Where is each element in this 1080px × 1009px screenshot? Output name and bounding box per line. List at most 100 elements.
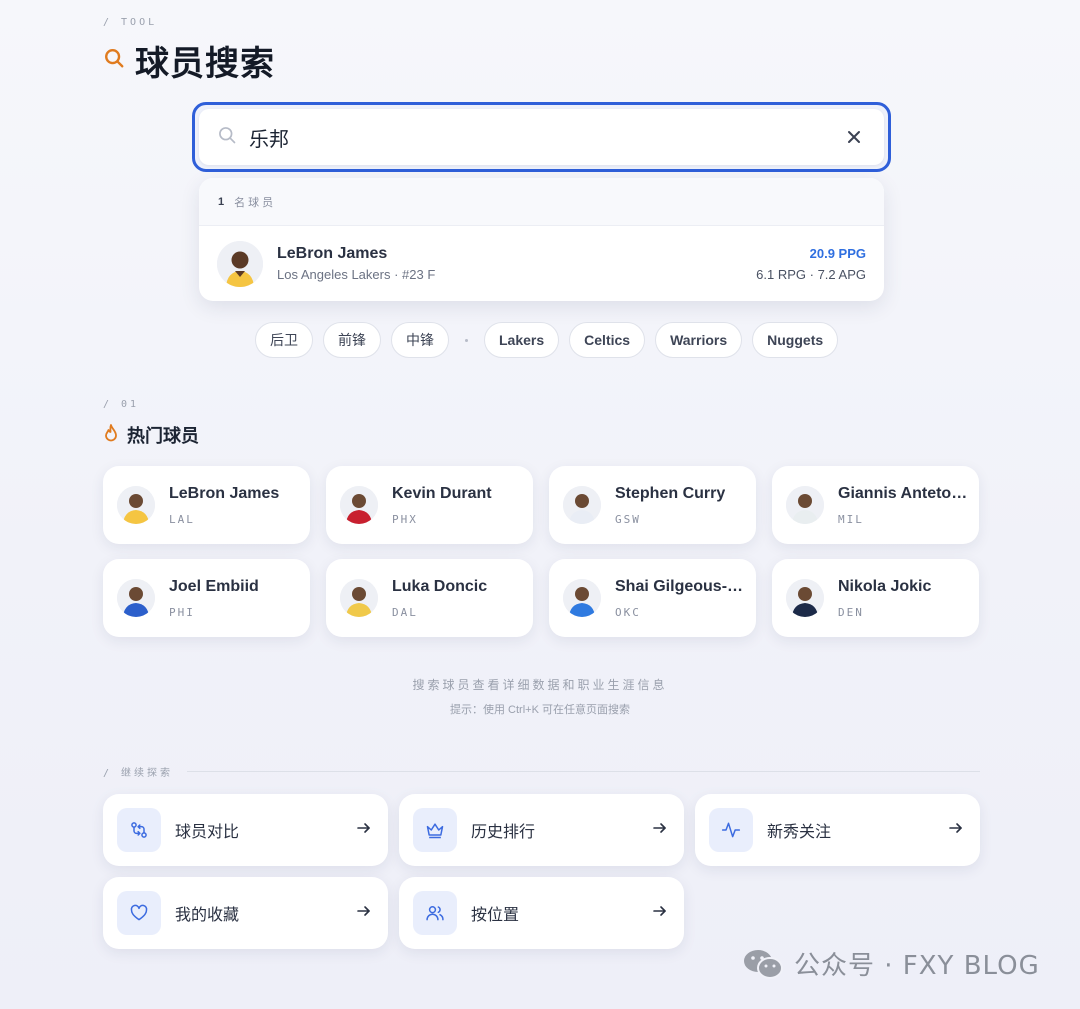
player-info: Shai Gilgeous-Alexander OKC	[615, 578, 751, 619]
pulse-icon	[709, 808, 753, 852]
player-card[interactable]: LeBron James LAL	[103, 466, 310, 544]
player-card[interactable]: Kevin Durant PHX	[326, 466, 533, 544]
player-info: LeBron James LAL	[169, 485, 279, 526]
player-card[interactable]: Nikola Jokic DEN	[772, 559, 979, 637]
player-card[interactable]: Luka Doncic DAL	[326, 559, 533, 637]
popular-eyebrow: / 01	[103, 399, 140, 410]
arrow-right-icon	[356, 903, 372, 924]
result-info: LeBron James Los Angeles Lakers · #23 F	[277, 245, 742, 282]
explore-eyebrow: / 继续探索	[103, 768, 174, 779]
page-title: 球员搜索	[103, 36, 275, 85]
chip-lakers[interactable]: Lakers	[484, 322, 560, 358]
avatar	[117, 486, 155, 524]
filter-chips: 后卫 前锋 中锋 Lakers Celtics Warriors Nuggets	[255, 322, 839, 358]
result-team: Los Angeles Lakers · #23 F	[277, 267, 436, 282]
watermark-text: 公众号 · FXY BLOG	[794, 951, 1040, 981]
result-ppg: 20.9 PPG	[809, 245, 866, 261]
chip-celtics[interactable]: Celtics	[569, 322, 646, 358]
player-team: PHI	[169, 605, 195, 619]
avatar	[786, 486, 824, 524]
arrow-right-icon	[948, 820, 964, 841]
explore-label: 历史排行	[471, 822, 536, 841]
player-name: Joel Embiid	[169, 577, 259, 595]
player-name: Nikola Jokic	[838, 577, 932, 595]
chip-nuggets[interactable]: Nuggets	[752, 322, 839, 358]
player-card[interactable]: Joel Embiid PHI	[103, 559, 310, 637]
avatar	[563, 579, 601, 617]
results-header: 1 名球员	[199, 178, 884, 226]
heart-icon	[117, 891, 161, 935]
player-team: PHX	[392, 512, 418, 526]
watermark: 公众号 · FXY BLOG	[742, 945, 1040, 982]
explore-card[interactable]: 我的收藏	[103, 877, 388, 949]
result-rpg-apg: 6.1 RPG · 7.2 APG	[756, 266, 866, 282]
player-name: Kevin Durant	[392, 484, 492, 502]
explore-label: 我的收藏	[175, 905, 240, 924]
search-field	[199, 109, 884, 165]
wechat-icon	[744, 949, 783, 979]
explore-card[interactable]: 历史排行	[399, 794, 684, 866]
player-info: Joel Embiid PHI	[169, 578, 259, 619]
explore-label: 新秀关注	[767, 822, 832, 841]
explore-label: 球员对比	[175, 822, 240, 841]
player-name: Luka Doncic	[392, 577, 488, 595]
avatar	[117, 579, 155, 617]
search-hint: 搜索球员查看详细数据和职业生涯信息 提示：使用 Ctrl+K 可在任意页面搜索	[0, 676, 1080, 717]
player-info: Nikola Jokic DEN	[838, 578, 931, 619]
popular-players-grid: LeBron James LAL Kevin Durant PHX Stephen Cu…	[103, 466, 980, 637]
close-icon	[848, 131, 860, 143]
player-team: MIL	[838, 512, 864, 526]
player-info: Stephen Curry GSW	[615, 485, 725, 526]
result-stats: 20.9 PPG 6.1 RPG · 7.2 APG	[756, 246, 866, 282]
chip-guard[interactable]: 后卫	[255, 322, 313, 358]
result-item[interactable]: LeBron James Los Angeles Lakers · #23 F …	[199, 226, 884, 301]
arrow-right-icon	[652, 820, 668, 841]
player-team: DEN	[838, 605, 864, 619]
search-input-icon	[217, 125, 237, 150]
player-info: Kevin Durant PHX	[392, 485, 492, 526]
divider	[187, 771, 980, 772]
crown-icon	[413, 808, 457, 852]
page-title-text: 球员搜索	[135, 45, 275, 83]
explore-header: / 继续探索	[103, 764, 980, 779]
explore-label: 按位置	[471, 905, 520, 924]
player-name: Giannis Antetokounmpo	[838, 484, 974, 502]
chip-center[interactable]: 中锋	[391, 322, 449, 358]
player-team: GSW	[615, 512, 641, 526]
users-icon	[413, 891, 457, 935]
result-name: LeBron James	[277, 245, 388, 262]
popular-title: 热门球员	[103, 422, 199, 448]
results-count: 1	[218, 195, 225, 208]
avatar	[563, 486, 601, 524]
compare-icon	[117, 808, 161, 852]
arrow-right-icon	[652, 903, 668, 924]
header-eyebrow: / TOOL	[103, 17, 158, 28]
player-name: LeBron James	[169, 484, 280, 502]
player-team: OKC	[615, 605, 641, 619]
player-card[interactable]: Shai Gilgeous-Alexander OKC	[549, 559, 756, 637]
player-name: Stephen Curry	[615, 484, 726, 502]
avatar	[340, 579, 378, 617]
results-count-label: 名球员	[234, 196, 277, 209]
arrow-right-icon	[356, 820, 372, 841]
explore-card[interactable]: 按位置	[399, 877, 684, 949]
chip-warriors[interactable]: Warriors	[655, 322, 743, 358]
clear-search-button[interactable]	[842, 125, 866, 149]
chip-separator	[465, 338, 468, 342]
player-team: LAL	[169, 512, 195, 526]
player-card[interactable]: Giannis Antetokounmpo MIL	[772, 466, 979, 544]
explore-grid: 球员对比 历史排行 新秀关注我的收藏 按位置	[103, 794, 980, 949]
player-info: Luka Doncic DAL	[392, 578, 487, 619]
search-box	[192, 102, 891, 172]
search-input[interactable]	[249, 125, 830, 149]
player-info: Giannis Antetokounmpo MIL	[838, 485, 974, 526]
avatar	[786, 579, 824, 617]
explore-card[interactable]: 球员对比	[103, 794, 388, 866]
hint-line-2: 提示：使用 Ctrl+K 可在任意页面搜索	[450, 704, 630, 716]
explore-card[interactable]: 新秀关注	[695, 794, 980, 866]
avatar	[340, 486, 378, 524]
avatar	[217, 240, 263, 287]
chip-forward[interactable]: 前锋	[323, 322, 381, 358]
flame-icon	[103, 423, 119, 447]
player-card[interactable]: Stephen Curry GSW	[549, 466, 756, 544]
